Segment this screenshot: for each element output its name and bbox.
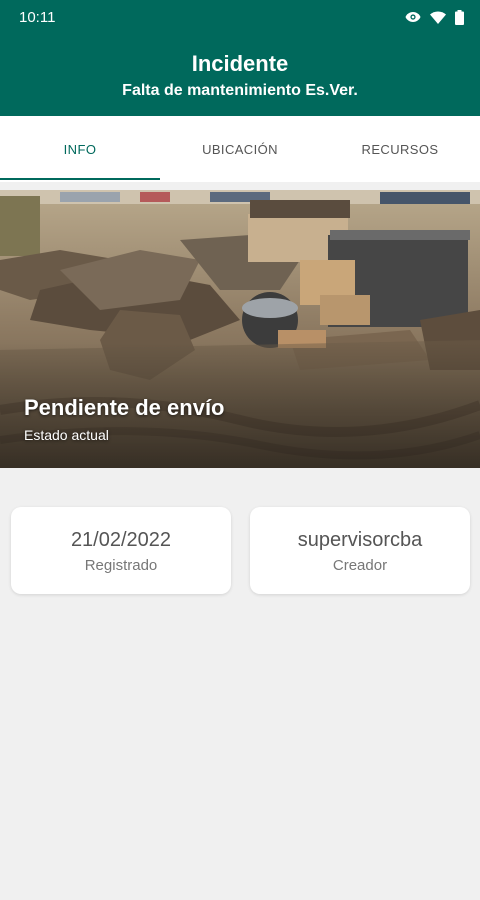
creator-card: supervisorcba Creador bbox=[250, 507, 470, 594]
tab-bar: INFO UBICACIÓN RECURSOS bbox=[0, 116, 480, 182]
status-bar: 10:11 bbox=[0, 0, 480, 34]
page-title: Incidente bbox=[191, 51, 289, 76]
wifi-icon bbox=[430, 11, 446, 24]
battery-icon bbox=[455, 9, 464, 25]
incident-status: Pendiente de envío bbox=[24, 395, 225, 420]
page-subtitle: Falta de mantenimiento Es.Ver. bbox=[122, 82, 358, 99]
tab-ubicacion[interactable]: UBICACIÓN bbox=[160, 116, 320, 182]
status-icons bbox=[405, 9, 464, 25]
eye-icon bbox=[405, 12, 421, 22]
registered-label: Registrado bbox=[84, 557, 158, 574]
app-header: 10:11 Incidente Falta de mantenimiento E… bbox=[0, 0, 480, 116]
header-titles: Incidente Falta de mantenimiento Es.Ver. bbox=[0, 50, 480, 103]
tab-recursos[interactable]: RECURSOS bbox=[320, 116, 480, 182]
creator-label: Creador bbox=[332, 557, 388, 574]
status-time: 10:11 bbox=[19, 9, 56, 26]
registered-date-card: 21/02/2022 Registrado bbox=[11, 507, 231, 594]
creator-name: supervisorcba bbox=[297, 529, 423, 551]
incident-status-label: Estado actual bbox=[24, 427, 109, 443]
tab-info[interactable]: INFO bbox=[0, 116, 160, 182]
registered-date: 21/02/2022 bbox=[70, 529, 172, 551]
